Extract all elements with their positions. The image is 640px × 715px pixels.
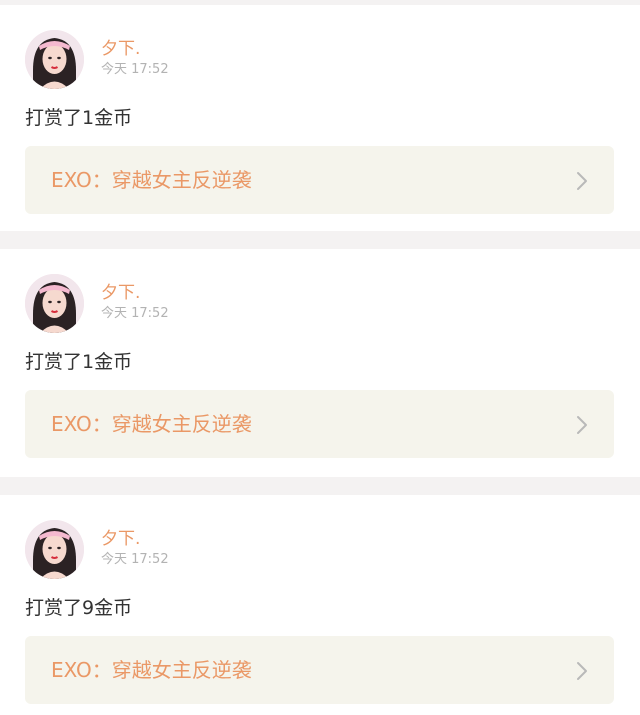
avatar[interactable] xyxy=(25,274,84,333)
reward-card: 夕下. 今天 17:52 打赏了1金币 EXO：穿越女主反逆袭 xyxy=(0,5,640,231)
book-link[interactable]: EXO：穿越女主反逆袭 xyxy=(25,146,614,214)
reward-feed: 夕下. 今天 17:52 打赏了1金币 EXO：穿越女主反逆袭 夕下. 今天 1… xyxy=(0,0,640,715)
chevron-right-icon xyxy=(577,662,587,680)
book-title: EXO：穿越女主反逆袭 xyxy=(51,168,252,192)
username[interactable]: 夕下. xyxy=(101,529,140,549)
avatar[interactable] xyxy=(25,520,84,579)
chevron-right-icon xyxy=(577,416,587,434)
book-link[interactable]: EXO：穿越女主反逆袭 xyxy=(25,636,614,704)
user-avatar-image xyxy=(25,520,84,579)
chevron-right-icon xyxy=(577,172,587,190)
reward-text: 打赏了1金币 xyxy=(25,107,133,129)
book-title: EXO：穿越女主反逆袭 xyxy=(51,658,252,682)
reward-text: 打赏了9金币 xyxy=(25,597,133,619)
book-title: EXO：穿越女主反逆袭 xyxy=(51,412,252,436)
reward-text: 打赏了1金币 xyxy=(25,351,133,373)
username[interactable]: 夕下. xyxy=(101,39,140,59)
user-avatar-image xyxy=(25,274,84,333)
timestamp: 今天 17:52 xyxy=(101,62,169,77)
reward-card: 夕下. 今天 17:52 打赏了9金币 EXO：穿越女主反逆袭 xyxy=(0,495,640,715)
avatar[interactable] xyxy=(25,30,84,89)
reward-card: 夕下. 今天 17:52 打赏了1金币 EXO：穿越女主反逆袭 xyxy=(0,249,640,477)
user-avatar-image xyxy=(25,30,84,89)
timestamp: 今天 17:52 xyxy=(101,552,169,567)
timestamp: 今天 17:52 xyxy=(101,306,169,321)
book-link[interactable]: EXO：穿越女主反逆袭 xyxy=(25,390,614,458)
username[interactable]: 夕下. xyxy=(101,283,140,303)
